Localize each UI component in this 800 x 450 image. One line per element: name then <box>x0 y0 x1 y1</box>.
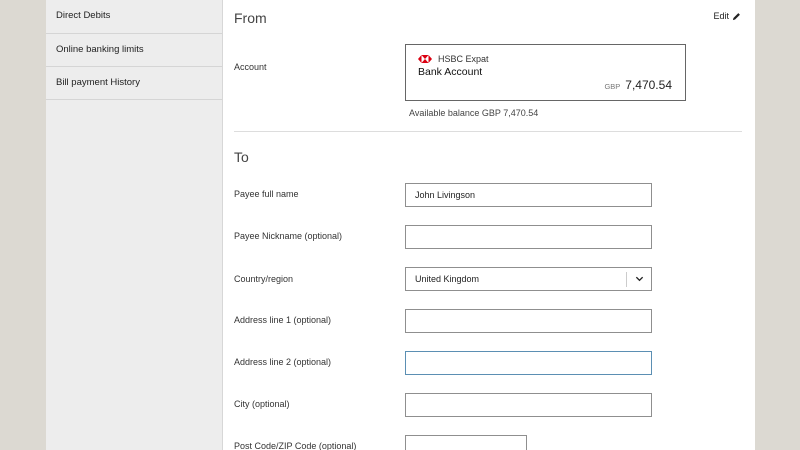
city-input[interactable] <box>405 393 652 417</box>
account-bank-name: HSBC Expat <box>438 54 489 64</box>
payee-nickname-input[interactable] <box>405 225 652 249</box>
payment-form: From Edit Account HSBC Expat Bank Accoun… <box>223 0 755 450</box>
payee-full-name-input[interactable] <box>405 183 652 207</box>
chevron-down-icon <box>635 276 644 282</box>
edit-button[interactable]: Edit <box>713 11 741 21</box>
hsbc-logo-icon <box>418 55 432 63</box>
pencil-icon <box>732 12 740 20</box>
sidebar-item-online-banking-limits[interactable]: Online banking limits <box>46 34 222 67</box>
available-balance: Available balance GBP 7,470.54 <box>409 108 539 118</box>
country-label: Country/region <box>234 274 294 284</box>
postcode-input[interactable] <box>405 435 527 450</box>
country-value: United Kingdom <box>415 274 480 284</box>
account-name: Bank Account <box>418 66 483 78</box>
address-line-1-label: Address line 1 (optional) <box>234 315 332 325</box>
country-select[interactable]: United Kingdom <box>405 267 652 291</box>
account-label: Account <box>234 62 267 72</box>
account-balance: GBP 7,470.54 <box>604 78 672 92</box>
city-label: City (optional) <box>234 399 290 409</box>
sidebar: Direct Debits Online banking limits Bill… <box>46 0 223 450</box>
select-separator <box>626 272 627 287</box>
address-line-1-input[interactable] <box>405 309 652 333</box>
address-line-2-input[interactable] <box>405 351 652 375</box>
account-currency: GBP <box>604 82 621 91</box>
payee-nickname-label: Payee Nickname (optional) <box>234 231 343 241</box>
edit-label: Edit <box>713 11 729 21</box>
account-selector[interactable]: HSBC Expat Bank Account GBP 7,470.54 <box>405 44 686 101</box>
section-divider <box>234 131 742 132</box>
account-brand: HSBC Expat <box>418 54 489 64</box>
sidebar-item-direct-debits[interactable]: Direct Debits <box>46 0 222 34</box>
sidebar-item-bill-payment-history[interactable]: Bill payment History <box>46 67 222 100</box>
postcode-label: Post Code/ZIP Code (optional) <box>234 441 357 450</box>
address-line-2-label: Address line 2 (optional) <box>234 357 332 367</box>
to-section-title: To <box>234 149 249 165</box>
from-section-title: From <box>234 10 267 26</box>
account-amount: 7,470.54 <box>625 78 672 92</box>
payee-full-name-label: Payee full name <box>234 189 299 199</box>
